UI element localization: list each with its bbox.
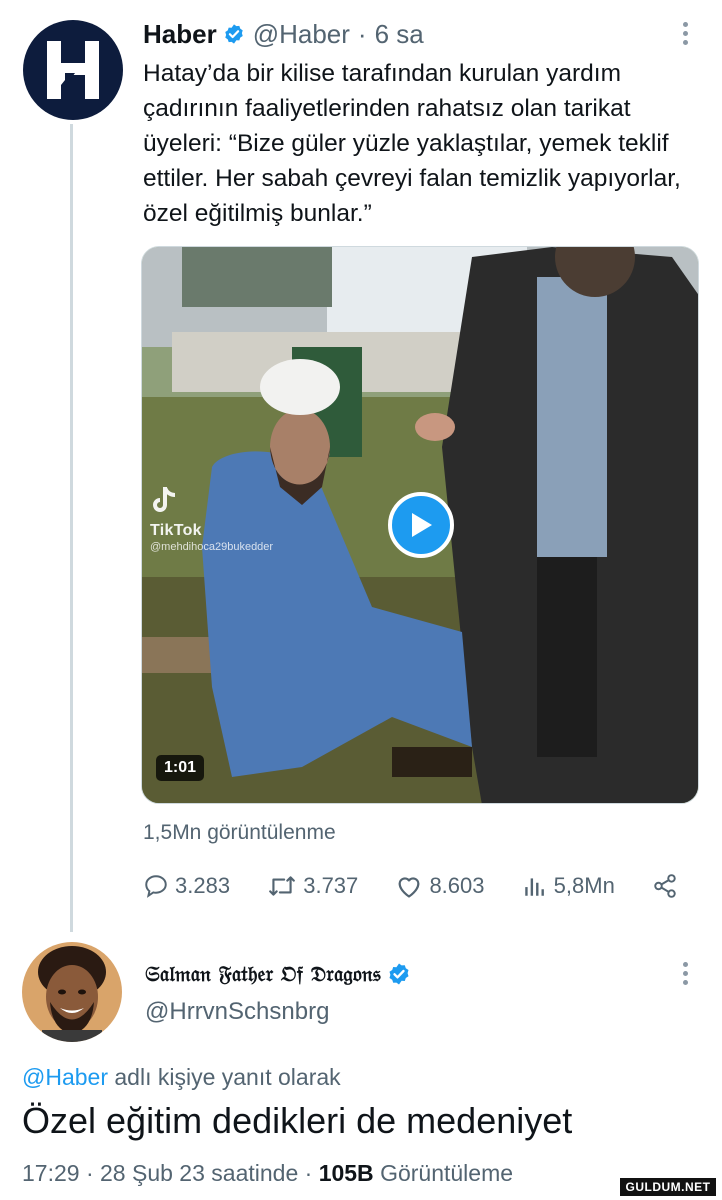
author-handle[interactable]: @Haber xyxy=(253,19,350,50)
reply-view-label: Görüntüleme xyxy=(380,1160,514,1186)
reply-mention-link[interactable]: @Haber xyxy=(22,1064,108,1090)
share-icon xyxy=(654,874,676,898)
tweet-text: Hatay’da bir kilise tarafından kurulan y… xyxy=(143,60,681,227)
reply-meta: 17:29 · 28 Şub 23 saatinde · 105B Görünt… xyxy=(22,1160,513,1187)
retweet-icon xyxy=(269,876,296,896)
reply-date[interactable]: 28 Şub 23 saatinde xyxy=(100,1160,298,1186)
more-options-icon[interactable] xyxy=(682,22,688,45)
tweet-header: Haber @Haber · 6 sa xyxy=(143,16,424,52)
analytics-button[interactable]: 5,8Mn xyxy=(522,873,615,899)
reply-header: 𝔖𝔞𝔩𝔪𝔞𝔫 𝔉𝔞𝔱𝔥𝔢𝔯 𝔒𝔣 𝔇𝔯𝔞𝔤𝔬𝔫𝔰 xyxy=(145,956,419,992)
reply-more-options-icon[interactable] xyxy=(682,962,688,985)
heart-icon xyxy=(398,877,420,898)
tweet-actions-bar: 3.283 3.737 8.603 5,8Mn xyxy=(143,868,678,904)
analytics-icon xyxy=(524,878,544,896)
like-count: 8.603 xyxy=(429,873,485,898)
retweet-button[interactable]: 3.737 xyxy=(267,873,358,899)
play-button[interactable] xyxy=(388,492,454,558)
tiktok-watermark: TikTok @mehdihoca29bukedder xyxy=(150,485,273,553)
reply-button[interactable]: 3.283 xyxy=(143,873,230,899)
view-count-text: 1,5Mn görüntülenme xyxy=(143,821,336,844)
reply-author-name[interactable]: 𝔖𝔞𝔩𝔪𝔞𝔫 𝔉𝔞𝔱𝔥𝔢𝔯 𝔒𝔣 𝔇𝔯𝔞𝔤𝔬𝔫𝔰 xyxy=(145,961,381,987)
reply-author-handle[interactable]: @HrrvnSchsnbrg xyxy=(145,998,329,1026)
tiktok-brand-text: TikTok xyxy=(150,522,202,539)
tweet-timestamp[interactable]: 6 sa xyxy=(375,19,424,50)
profile-photo xyxy=(22,942,122,1042)
haber-logo-icon xyxy=(47,41,99,99)
reply-to-label: adlı kişiye yanıt olarak xyxy=(114,1064,341,1090)
video-duration: 1:01 xyxy=(156,755,205,781)
reply-icon xyxy=(145,875,167,898)
meta-separator: · xyxy=(85,1160,94,1186)
analytics-count: 5,8Mn xyxy=(553,873,615,898)
reply-view-count: 105B xyxy=(318,1160,374,1186)
replying-to-line: @Haber adlı kişiye yanıt olarak xyxy=(22,1064,341,1091)
reply-count: 3.283 xyxy=(175,873,231,898)
salman-avatar[interactable] xyxy=(22,942,122,1042)
reply-text: Özel eğitim dedikleri de medeniyet xyxy=(22,1100,573,1141)
verified-badge-icon xyxy=(223,23,245,45)
tiktok-user-text: @mehdihoca29bukedder xyxy=(150,541,274,553)
reply-time[interactable]: 17:29 xyxy=(22,1160,80,1186)
meta-separator: · xyxy=(304,1160,313,1186)
author-name[interactable]: Haber xyxy=(143,19,217,50)
tiktok-logo-icon xyxy=(153,487,176,512)
retweet-count: 3.737 xyxy=(303,873,359,898)
share-button[interactable] xyxy=(652,873,678,899)
site-watermark: GULDUM.NET xyxy=(620,1178,716,1196)
thread-connector-line xyxy=(70,124,73,932)
play-icon xyxy=(412,513,432,537)
haber-avatar[interactable] xyxy=(23,20,123,120)
header-separator: · xyxy=(357,18,367,49)
verified-badge-icon xyxy=(387,962,411,986)
like-button[interactable]: 8.603 xyxy=(395,873,485,899)
video-player[interactable]: TikTok @mehdihoca29bukedder 1:01 xyxy=(141,246,699,804)
